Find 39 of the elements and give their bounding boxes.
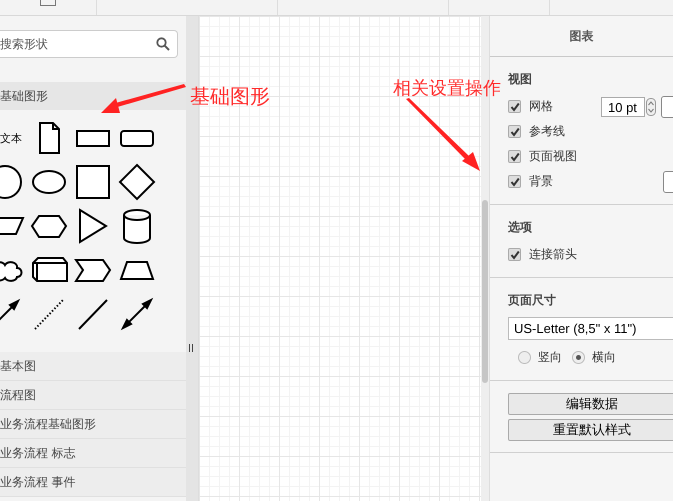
scrollbar-thumb[interactable] (482, 200, 488, 383)
grip-icon[interactable] (189, 344, 193, 352)
section-title: 页面尺寸 (508, 292, 557, 309)
panel-button[interactable]: 编辑数据 (508, 393, 673, 415)
category-header[interactable]: 流程图 (0, 381, 186, 410)
option-label: 连接箭头 (529, 246, 577, 263)
page-size-select[interactable]: US-Letter (8,5" x 11") (508, 317, 673, 340)
search-field[interactable]: 搜索形状 (0, 30, 178, 58)
category-header[interactable]: 基础图形 (0, 82, 186, 110)
radio-label: 竖向 (538, 349, 562, 366)
checkbox[interactable] (508, 125, 521, 138)
square-shape[interactable] (73, 162, 113, 202)
panel-title: 图表 (568, 28, 594, 45)
category-header[interactable]: 基本图 (0, 352, 186, 381)
option-label: 参考线 (529, 123, 565, 140)
radio-button[interactable] (518, 351, 531, 364)
checkbox[interactable] (508, 175, 521, 188)
checkbox[interactable] (508, 248, 521, 261)
search-icon[interactable] (156, 37, 170, 51)
checkbox[interactable] (508, 100, 521, 113)
option-label: 网格 (529, 98, 553, 115)
category-header[interactable]: 业务流程基础图形 (0, 410, 186, 439)
panel-button[interactable]: 重置默认样式 (508, 419, 673, 441)
grid-size-field[interactable]: 10 pt (601, 96, 645, 116)
section-title: 选项 (508, 219, 533, 236)
checkbox[interactable] (508, 150, 521, 163)
category-header[interactable]: 业务流程 标志 (0, 439, 186, 468)
radio-button[interactable] (572, 351, 585, 364)
section-title: 视图 (508, 71, 533, 88)
radio-label: 横向 (592, 349, 616, 366)
annotation-text: 相关设置操作 (393, 77, 501, 100)
text-shape[interactable]: 文本 (0, 130, 22, 146)
category-header[interactable]: 业务流程 事件 (0, 468, 186, 497)
annotation-text: 基础图形 (190, 85, 270, 110)
layout-icon[interactable] (40, 0, 56, 6)
option-label: 页面视图 (529, 148, 577, 165)
option-label: 背景 (529, 173, 553, 190)
spinner-icon[interactable] (646, 98, 656, 116)
diamond-shape[interactable] (117, 162, 157, 202)
